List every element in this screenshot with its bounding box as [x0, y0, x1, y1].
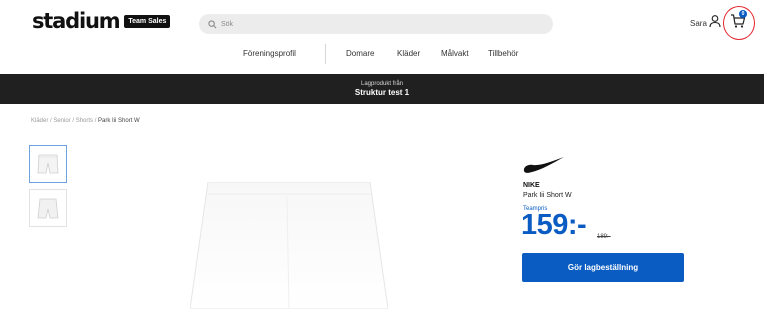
team-banner: Lagprodukt från Struktur test 1 — [0, 74, 764, 104]
product-thumbnail-front[interactable] — [29, 145, 67, 183]
breadcrumb-current: Park Iii Short W — [98, 118, 140, 124]
team-order-button[interactable]: Gör lagbeställning — [522, 253, 684, 282]
product-name: Park Iii Short W — [523, 192, 572, 199]
nav-divider — [325, 44, 326, 64]
breadcrumb: Kläder / Senior / Shorts / Park Iii Shor… — [31, 118, 140, 124]
nav-item-malvakt[interactable]: Målvakt — [441, 49, 469, 58]
original-price: 189:- — [597, 234, 611, 240]
product-main-image[interactable] — [190, 182, 388, 309]
search-placeholder: Sök — [221, 20, 234, 28]
product-brand[interactable]: NIKE — [523, 182, 540, 189]
user-name[interactable]: Sara — [690, 19, 707, 28]
logo-badge: Team Sales — [124, 15, 171, 28]
shorts-thumbnail-image — [37, 154, 59, 174]
nav-item-klader[interactable]: Kläder — [397, 49, 420, 58]
nav-item-tillbehor[interactable]: Tillbehör — [488, 49, 518, 58]
search-icon — [208, 19, 217, 28]
search-input[interactable]: Sök — [199, 14, 553, 34]
stadium-logo[interactable]: stadium Team Sales — [32, 9, 171, 33]
nav-item-foreningsprofil[interactable]: Föreningsprofil — [243, 49, 296, 58]
breadcrumb-path[interactable]: Kläder / Senior / Shorts / — [31, 118, 98, 124]
shorts-thumbnail-image — [37, 198, 59, 219]
cart-highlight-circle — [723, 6, 755, 40]
banner-title: Struktur test 1 — [354, 88, 410, 97]
team-price: 159:- — [521, 209, 587, 241]
user-icon[interactable] — [708, 14, 722, 28]
nike-swoosh-icon — [523, 157, 564, 173]
main-nav: Föreningsprofil Domare Kläder Målvakt Ti… — [0, 49, 764, 63]
logo-text: stadium — [32, 9, 121, 33]
nav-item-domare[interactable]: Domare — [346, 49, 374, 58]
banner-subtitle: Lagprodukt från — [360, 81, 404, 87]
product-thumbnail-back[interactable] — [29, 189, 67, 227]
